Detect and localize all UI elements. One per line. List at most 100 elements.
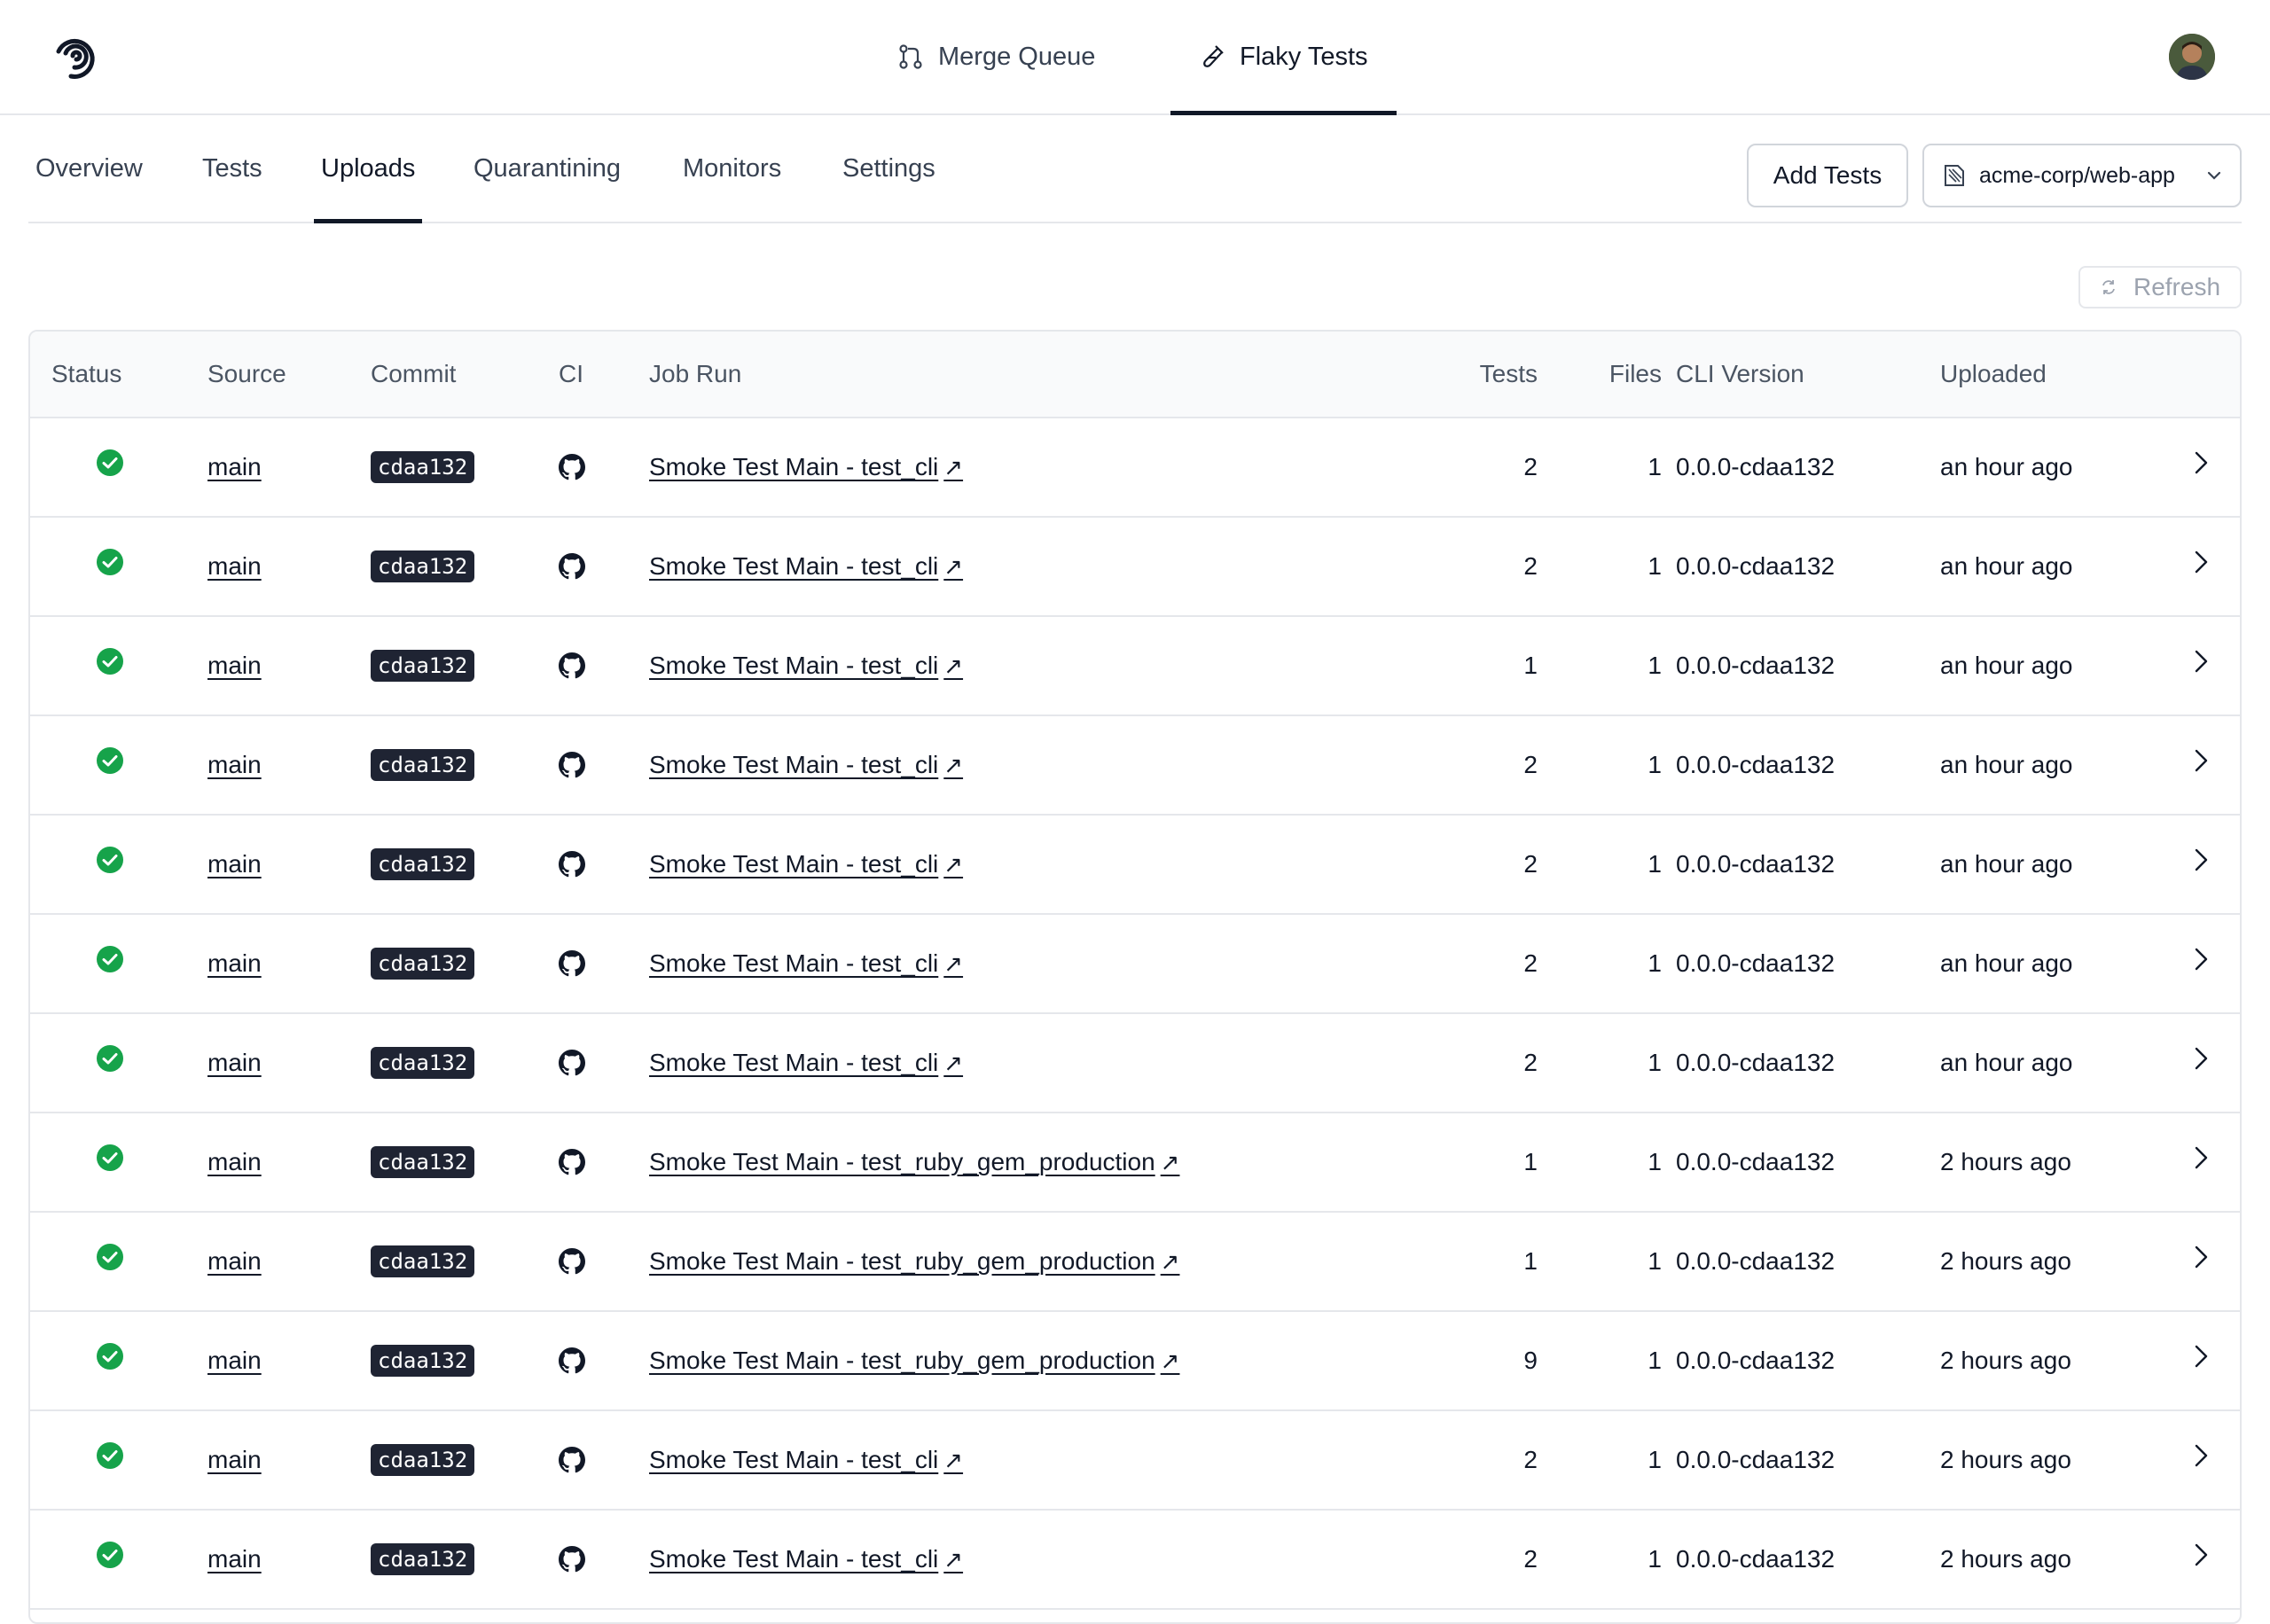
source-branch-link[interactable]: main <box>207 850 262 878</box>
tab-overview[interactable]: Overview <box>28 115 150 222</box>
table-row[interactable]: main cdaa132 Smoke Test Main - test_cli ↗… <box>30 418 2240 518</box>
column-header-job-run: Job Run <box>649 360 742 387</box>
tab-settings-label: Settings <box>842 153 935 183</box>
trunk-logo-icon[interactable] <box>51 32 103 83</box>
uploaded-time: an hour ago <box>1940 949 2073 977</box>
job-run-label: Smoke Test Main - test_ruby_gem_producti… <box>649 1347 1155 1374</box>
repo-selector[interactable]: acme-corp/web-app <box>1922 144 2242 207</box>
external-link-icon: ↗ <box>943 652 964 679</box>
source-branch-link[interactable]: main <box>207 652 262 680</box>
check-circle-icon <box>97 1542 123 1568</box>
table-row[interactable]: main cdaa132 Smoke Test Main - test_cli ↗… <box>30 518 2240 617</box>
source-branch-link[interactable]: main <box>207 751 262 779</box>
table-row[interactable]: main cdaa132 Smoke Test Main - test_ruby… <box>30 1213 2240 1312</box>
source-branch-link[interactable]: main <box>207 949 262 978</box>
table-row[interactable]: main cdaa132 Smoke Test Main - test_ruby… <box>30 1312 2240 1411</box>
source-branch-link[interactable]: main <box>207 1446 262 1474</box>
job-run-link[interactable]: Smoke Test Main - test_cli ↗ <box>649 453 963 481</box>
status-cell <box>92 1113 128 1211</box>
chevron-right-icon[interactable] <box>2187 1541 2215 1569</box>
tests-count: 2 <box>1523 453 1538 480</box>
top-header: Merge Queue Flaky Tests <box>0 0 2270 115</box>
chevron-right-icon[interactable] <box>2187 1044 2215 1073</box>
tab-tests[interactable]: Tests <box>195 115 270 222</box>
table-row[interactable]: main cdaa132 Smoke Test Main - test_cli ↗… <box>30 1411 2240 1511</box>
tab-quarantining[interactable]: Quarantining <box>466 115 628 222</box>
row-detail-cell <box>2187 716 2215 814</box>
chevron-right-icon[interactable] <box>2187 1243 2215 1271</box>
table-row[interactable]: main cdaa132 Smoke Test Main - test_cli ↗… <box>30 1511 2240 1610</box>
chevron-right-icon[interactable] <box>2187 1144 2215 1172</box>
source-branch-link[interactable]: main <box>207 1247 262 1276</box>
job-run-link[interactable]: Smoke Test Main - test_cli ↗ <box>649 1446 963 1474</box>
status-cell <box>92 1213 128 1310</box>
table-row[interactable]: main cdaa132 Smoke Test Main - test_cli ↗… <box>30 617 2240 716</box>
chevron-right-icon[interactable] <box>2187 1342 2215 1370</box>
ci-cell <box>559 617 585 714</box>
job-run-link[interactable]: Smoke Test Main - test_cli ↗ <box>649 949 963 978</box>
table-row[interactable]: main cdaa132 Smoke Test Main - test_cli ↗… <box>30 816 2240 915</box>
job-run-label: Smoke Test Main - test_cli <box>649 552 939 580</box>
table-row[interactable]: main cdaa132 Smoke Test Main - test_ruby… <box>30 1113 2240 1213</box>
row-detail-cell <box>2187 816 2215 913</box>
job-run-link[interactable]: Smoke Test Main - test_ruby_gem_producti… <box>649 1247 1179 1276</box>
commit-badge[interactable]: cdaa132 <box>371 1047 475 1079</box>
source-branch-link[interactable]: main <box>207 1148 262 1176</box>
chevron-right-icon[interactable] <box>2187 647 2215 675</box>
table-row[interactable]: main cdaa132 Smoke Test Main - test_cli ↗… <box>30 915 2240 1014</box>
job-run-link[interactable]: Smoke Test Main - test_ruby_gem_producti… <box>649 1347 1179 1375</box>
source-branch-link[interactable]: main <box>207 1545 262 1573</box>
cli-version: 0.0.0-cdaa132 <box>1676 751 1836 778</box>
job-run-link[interactable]: Smoke Test Main - test_cli ↗ <box>649 1049 963 1077</box>
tab-flaky-tests[interactable]: Flaky Tests <box>1170 0 1397 115</box>
job-run-link[interactable]: Smoke Test Main - test_cli ↗ <box>649 1545 963 1573</box>
commit-badge[interactable]: cdaa132 <box>371 1444 475 1476</box>
commit-badge[interactable]: cdaa132 <box>371 650 475 682</box>
source-branch-link[interactable]: main <box>207 552 262 581</box>
column-header-status: Status <box>51 360 122 387</box>
tab-monitors[interactable]: Monitors <box>676 115 788 222</box>
add-tests-button[interactable]: Add Tests <box>1747 144 1908 207</box>
chevron-right-icon[interactable] <box>2187 548 2215 576</box>
source-cell: main <box>207 915 262 1012</box>
files-count: 1 <box>1648 1347 1662 1374</box>
job-run-label: Smoke Test Main - test_cli <box>649 1049 939 1076</box>
commit-cell: cdaa132 <box>371 1511 475 1608</box>
table-row[interactable]: main cdaa132 Smoke Test Main - test_cli ↗… <box>30 716 2240 816</box>
job-run-link[interactable]: Smoke Test Main - test_cli ↗ <box>649 751 963 779</box>
job-run-link[interactable]: Smoke Test Main - test_ruby_gem_producti… <box>649 1148 1179 1176</box>
chevron-right-icon[interactable] <box>2187 1441 2215 1470</box>
chevron-down-icon <box>2207 171 2221 180</box>
commit-badge[interactable]: cdaa132 <box>371 848 475 880</box>
external-link-icon: ↗ <box>943 950 964 977</box>
commit-badge[interactable]: cdaa132 <box>371 451 475 483</box>
uploaded-time: 2 hours ago <box>1940 1247 2071 1275</box>
commit-badge[interactable]: cdaa132 <box>371 1543 475 1575</box>
commit-badge[interactable]: cdaa132 <box>371 550 475 582</box>
tab-uploads-label: Uploads <box>321 153 416 183</box>
chevron-right-icon[interactable] <box>2187 449 2215 477</box>
commit-badge[interactable]: cdaa132 <box>371 1146 475 1178</box>
commit-badge[interactable]: cdaa132 <box>371 1345 475 1377</box>
user-avatar[interactable] <box>2169 34 2215 80</box>
tab-uploads[interactable]: Uploads <box>314 115 423 223</box>
commit-badge[interactable]: cdaa132 <box>371 749 475 781</box>
job-run-link[interactable]: Smoke Test Main - test_cli ↗ <box>649 850 963 878</box>
chevron-right-icon[interactable] <box>2187 746 2215 775</box>
job-run-label: Smoke Test Main - test_cli <box>649 1446 939 1473</box>
tab-merge-queue[interactable]: Merge Queue <box>897 0 1095 113</box>
source-cell: main <box>207 716 262 814</box>
job-run-cell: Smoke Test Main - test_cli ↗ <box>649 1511 963 1608</box>
chevron-right-icon[interactable] <box>2187 945 2215 973</box>
table-row[interactable]: main cdaa132 Smoke Test Main - test_cli ↗… <box>30 1014 2240 1113</box>
commit-badge[interactable]: cdaa132 <box>371 948 475 980</box>
source-branch-link[interactable]: main <box>207 453 262 481</box>
tab-settings[interactable]: Settings <box>835 115 943 222</box>
refresh-button[interactable]: Refresh <box>2078 266 2242 308</box>
chevron-right-icon[interactable] <box>2187 846 2215 874</box>
job-run-link[interactable]: Smoke Test Main - test_cli ↗ <box>649 652 963 680</box>
source-branch-link[interactable]: main <box>207 1347 262 1375</box>
commit-badge[interactable]: cdaa132 <box>371 1245 475 1277</box>
job-run-link[interactable]: Smoke Test Main - test_cli ↗ <box>649 552 963 581</box>
source-branch-link[interactable]: main <box>207 1049 262 1077</box>
